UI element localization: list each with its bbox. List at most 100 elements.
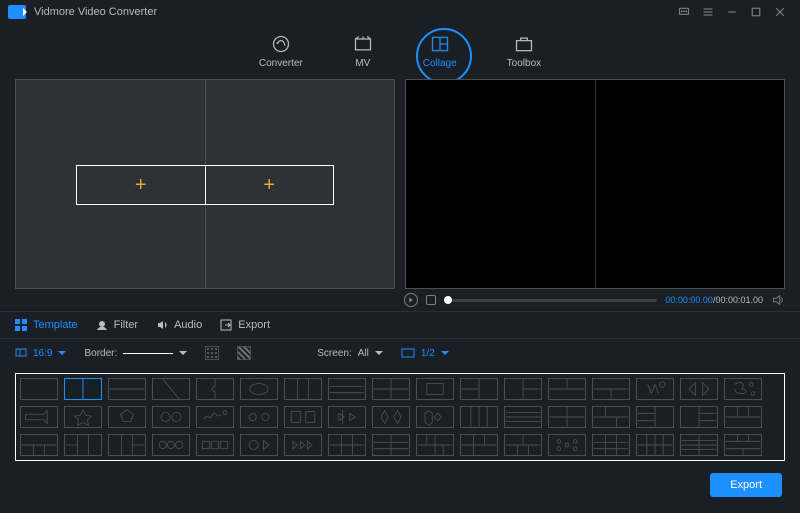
progress-handle[interactable] [444, 296, 452, 304]
template-item[interactable] [284, 406, 322, 428]
template-item[interactable] [416, 406, 454, 428]
screen-value: All [358, 348, 369, 359]
template-item[interactable] [680, 434, 718, 456]
preview-divider [595, 80, 596, 288]
stop-button[interactable] [426, 295, 436, 305]
template-item[interactable] [680, 378, 718, 400]
template-item[interactable] [372, 434, 410, 456]
template-item[interactable] [416, 378, 454, 400]
template-item[interactable] [284, 434, 322, 456]
nav-collage[interactable]: Collage [423, 34, 457, 69]
preview-panel [405, 79, 785, 289]
template-item[interactable] [20, 406, 58, 428]
template-item[interactable] [240, 406, 278, 428]
template-item[interactable] [108, 434, 146, 456]
workspace: + + [0, 79, 800, 289]
template-item[interactable] [548, 406, 586, 428]
template-item[interactable] [724, 406, 762, 428]
template-row [20, 434, 780, 456]
tab-audio[interactable]: Audio [156, 319, 202, 331]
border-label: Border: [84, 348, 117, 359]
template-item[interactable] [724, 378, 762, 400]
template-item[interactable] [328, 434, 366, 456]
template-item[interactable] [196, 378, 234, 400]
template-item[interactable] [196, 406, 234, 428]
player-bar: 00:00:00.00/00:00:01.00 [0, 289, 800, 311]
border-preview [123, 353, 173, 354]
template-item[interactable] [680, 406, 718, 428]
chevron-down-icon [375, 351, 383, 355]
template-item[interactable] [240, 434, 278, 456]
template-item[interactable] [592, 406, 630, 428]
template-item[interactable] [372, 406, 410, 428]
tab-label: Audio [174, 319, 202, 331]
template-item[interactable] [328, 406, 366, 428]
app-logo-icon [8, 5, 26, 19]
aspect-ratio-select[interactable]: 16:9 [15, 347, 66, 359]
template-grid-wrap [0, 367, 800, 467]
tab-filter[interactable]: Filter [96, 319, 138, 331]
template-item[interactable] [724, 434, 762, 456]
template-item[interactable] [108, 378, 146, 400]
nav-converter[interactable]: Converter [259, 34, 303, 69]
template-item[interactable] [196, 434, 234, 456]
template-item[interactable] [64, 406, 102, 428]
add-media-right[interactable]: + [205, 166, 334, 204]
tab-template[interactable]: Template [15, 319, 78, 331]
template-item[interactable] [592, 434, 630, 456]
template-item[interactable] [636, 434, 674, 456]
template-item[interactable] [20, 378, 58, 400]
nav-label: MV [355, 58, 370, 69]
export-button[interactable]: Export [710, 473, 782, 497]
tab-export[interactable]: Export [220, 319, 270, 331]
nav-label: Converter [259, 58, 303, 69]
tab-label: Filter [114, 319, 138, 331]
template-item[interactable] [64, 434, 102, 456]
template-item[interactable] [328, 378, 366, 400]
template-row [20, 406, 780, 428]
border-select[interactable]: Border: [84, 348, 187, 359]
feedback-icon[interactable] [672, 2, 696, 22]
nav-label: Collage [423, 58, 457, 69]
app-title: Vidmore Video Converter [34, 6, 157, 18]
template-item[interactable] [460, 378, 498, 400]
template-item[interactable] [284, 378, 322, 400]
template-item[interactable] [240, 378, 278, 400]
template-item[interactable] [636, 406, 674, 428]
screen-select[interactable]: Screen: All [317, 348, 383, 359]
menu-icon[interactable] [696, 2, 720, 22]
nav-mv[interactable]: MV [353, 34, 373, 69]
volume-icon[interactable] [771, 293, 785, 307]
play-button[interactable] [404, 293, 418, 307]
nav-toolbox[interactable]: Toolbox [507, 34, 541, 69]
template-item[interactable] [152, 378, 190, 400]
progress-track[interactable] [444, 299, 657, 302]
template-item[interactable] [460, 434, 498, 456]
pattern-swatch[interactable] [237, 346, 251, 360]
template-item[interactable] [152, 434, 190, 456]
add-media-left[interactable]: + [77, 166, 205, 204]
template-item[interactable] [108, 406, 146, 428]
minimize-icon[interactable] [720, 2, 744, 22]
template-item[interactable] [372, 378, 410, 400]
template-item[interactable] [636, 378, 674, 400]
maximize-icon[interactable] [744, 2, 768, 22]
template-item[interactable] [20, 434, 58, 456]
page-value: 1/2 [421, 348, 435, 359]
template-item[interactable] [504, 378, 542, 400]
sub-tabs: Template Filter Audio Export [0, 311, 800, 339]
template-item[interactable] [460, 406, 498, 428]
template-item[interactable] [592, 378, 630, 400]
close-icon[interactable] [768, 2, 792, 22]
template-item[interactable] [548, 378, 586, 400]
template-item[interactable] [504, 434, 542, 456]
export-bar: Export [0, 467, 800, 497]
chevron-down-icon [441, 351, 449, 355]
template-item[interactable] [548, 434, 586, 456]
template-item[interactable] [64, 378, 102, 400]
page-select[interactable]: 1/2 [401, 348, 449, 359]
template-item[interactable] [416, 434, 454, 456]
color-swatch[interactable] [205, 346, 219, 360]
template-item[interactable] [504, 406, 542, 428]
template-item[interactable] [152, 406, 190, 428]
